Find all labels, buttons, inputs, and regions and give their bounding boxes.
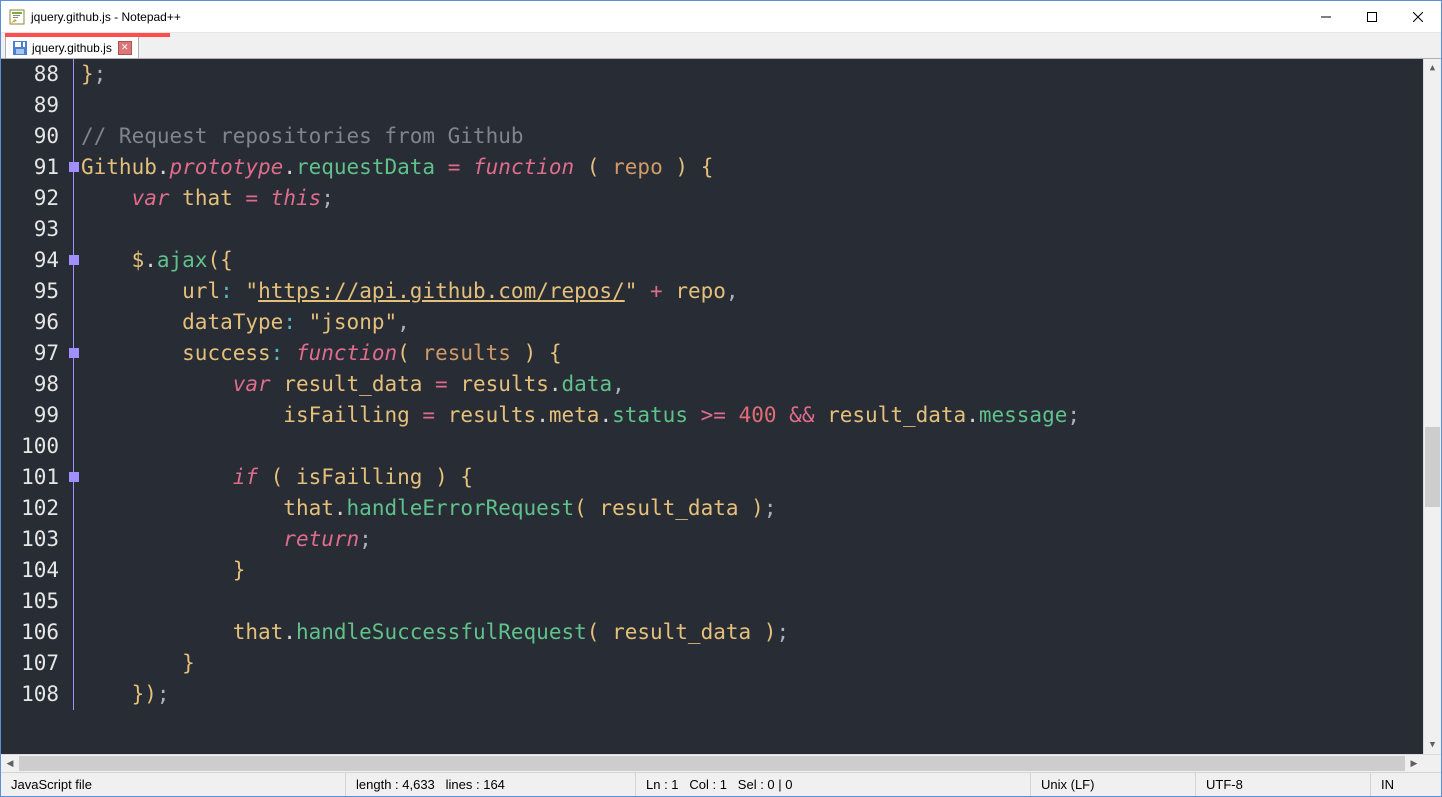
line-number: 99 [1, 400, 59, 431]
window-title: jquery.github.js - Notepad++ [31, 10, 181, 24]
code-line[interactable]: dataType: "jsonp", [81, 307, 1423, 338]
code-line[interactable]: var result_data = results.data, [81, 369, 1423, 400]
status-filetype: JavaScript file [1, 773, 346, 796]
app-icon [9, 9, 25, 25]
code-line[interactable]: }); [81, 679, 1423, 710]
line-number: 89 [1, 90, 59, 121]
code-line[interactable]: var that = this; [81, 183, 1423, 214]
code-line[interactable] [81, 586, 1423, 617]
hscroll-track[interactable] [19, 755, 1405, 772]
tab-label: jquery.github.js [32, 41, 112, 55]
code-line[interactable] [81, 214, 1423, 245]
status-lines-value: lines : 164 [446, 777, 505, 792]
horizontal-scrollbar[interactable]: ◀ ▶ [1, 754, 1441, 772]
status-col: Col : 1 [689, 777, 727, 792]
line-number: 94 [1, 245, 59, 276]
code-line[interactable]: } [81, 648, 1423, 679]
line-number: 104 [1, 555, 59, 586]
line-number: 101 [1, 462, 59, 493]
status-sel: Sel : 0 | 0 [738, 777, 793, 792]
code-line[interactable] [81, 90, 1423, 121]
code-area[interactable]: }; // Request repositories from GithubGi… [81, 59, 1423, 754]
scroll-right-arrow[interactable]: ▶ [1405, 755, 1423, 772]
tabbar: jquery.github.js ✕ [1, 33, 1441, 59]
line-number: 100 [1, 431, 59, 462]
status-position: Ln : 1 Col : 1 Sel : 0 | 0 [636, 773, 1031, 796]
line-number-gutter: 8889909192939495969798991001011021031041… [1, 59, 69, 754]
fold-marker[interactable] [69, 472, 79, 482]
status-insert-mode: IN [1371, 773, 1441, 796]
scroll-track[interactable] [1424, 77, 1441, 736]
code-line[interactable]: that.handleSuccessfulRequest( result_dat… [81, 617, 1423, 648]
code-line[interactable]: isFailling = results.meta.status >= 400 … [81, 400, 1423, 431]
line-number: 107 [1, 648, 59, 679]
tab-close-icon[interactable]: ✕ [118, 41, 132, 55]
code-line[interactable]: $.ajax({ [81, 245, 1423, 276]
code-line[interactable]: } [81, 555, 1423, 586]
close-button[interactable] [1395, 1, 1441, 32]
fold-marker[interactable] [69, 348, 79, 358]
vertical-scrollbar[interactable]: ▲ ▼ [1423, 59, 1441, 754]
statusbar: JavaScript file length : 4,633 lines : 1… [1, 772, 1441, 796]
minimize-button[interactable] [1303, 1, 1349, 32]
fold-marker[interactable] [69, 255, 79, 265]
code-line[interactable]: that.handleErrorRequest( result_data ); [81, 493, 1423, 524]
editor: 8889909192939495969798991001011021031041… [1, 59, 1441, 772]
status-length: length : 4,633 lines : 164 [346, 773, 636, 796]
line-number: 96 [1, 307, 59, 338]
status-encoding: UTF-8 [1196, 773, 1371, 796]
tab-active-indicator [5, 33, 170, 37]
status-ln: Ln : 1 [646, 777, 679, 792]
code-line[interactable]: return; [81, 524, 1423, 555]
hscroll-thumb[interactable] [19, 756, 1405, 771]
scroll-down-arrow[interactable]: ▼ [1424, 736, 1441, 754]
code-line[interactable]: if ( isFailling ) { [81, 462, 1423, 493]
code-line[interactable]: }; [81, 59, 1423, 90]
code-line[interactable]: success: function( results ) { [81, 338, 1423, 369]
line-number: 105 [1, 586, 59, 617]
maximize-button[interactable] [1349, 1, 1395, 32]
scroll-thumb[interactable] [1425, 427, 1440, 507]
status-eol: Unix (LF) [1031, 773, 1196, 796]
line-number: 97 [1, 338, 59, 369]
scroll-corner [1423, 755, 1441, 772]
line-number: 90 [1, 121, 59, 152]
fold-column[interactable] [69, 59, 81, 754]
line-number: 95 [1, 276, 59, 307]
tab-jquery-github-js[interactable]: jquery.github.js ✕ [5, 36, 139, 58]
status-length-value: length : 4,633 [356, 777, 435, 792]
line-number: 103 [1, 524, 59, 555]
code-line[interactable]: // Request repositories from Github [81, 121, 1423, 152]
line-number: 93 [1, 214, 59, 245]
line-number: 102 [1, 493, 59, 524]
save-icon [12, 40, 28, 56]
line-number: 108 [1, 679, 59, 710]
code-line[interactable] [81, 431, 1423, 462]
code-line[interactable]: url: "https://api.github.com/repos/" + r… [81, 276, 1423, 307]
line-number: 106 [1, 617, 59, 648]
scroll-left-arrow[interactable]: ◀ [1, 755, 19, 772]
titlebar: jquery.github.js - Notepad++ [1, 1, 1441, 33]
line-number: 98 [1, 369, 59, 400]
fold-marker[interactable] [69, 162, 79, 172]
scroll-up-arrow[interactable]: ▲ [1424, 59, 1441, 77]
line-number: 92 [1, 183, 59, 214]
line-number: 91 [1, 152, 59, 183]
code-line[interactable]: Github.prototype.requestData = function … [81, 152, 1423, 183]
line-number: 88 [1, 59, 59, 90]
